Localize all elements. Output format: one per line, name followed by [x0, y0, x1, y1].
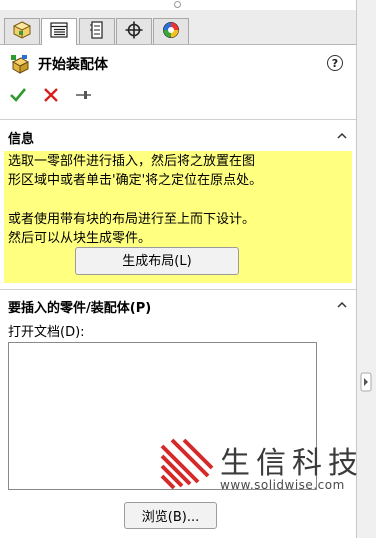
info-section-header[interactable]: 信息: [0, 125, 356, 147]
tab-dimxpert-manager[interactable]: [116, 18, 152, 44]
help-icon[interactable]: ?: [327, 55, 343, 71]
divider: [0, 119, 356, 120]
divider: [0, 289, 356, 290]
info-line: 或者使用带有块的布局进行至上而下设计。: [8, 212, 256, 227]
tab-display-manager[interactable]: [153, 18, 189, 44]
crosshair-icon: [125, 21, 143, 43]
watermark-brand: 生信科技: [220, 446, 364, 481]
pushpin-icon: [76, 91, 91, 99]
insert-section-title: 要插入的零件/装配体(P): [8, 301, 152, 316]
info-section-title: 信息: [8, 132, 35, 147]
watermark-url: www.solidwise.com: [220, 478, 345, 492]
collapse-handle-icon[interactable]: [360, 372, 372, 392]
info-message-box: 选取一零部件进行插入，然后将之放置在图 形区域中或者单击'确定'将之定位在原点处…: [4, 151, 352, 283]
chevron-up-icon[interactable]: [336, 299, 348, 311]
feature-manager-icon: [12, 20, 32, 43]
info-line: 选取一零部件进行插入，然后将之放置在图: [8, 154, 256, 169]
pin-button[interactable]: [74, 86, 92, 104]
tab-configuration-manager[interactable]: [79, 18, 115, 44]
close-icon: [44, 88, 58, 102]
manager-tab-bar: [0, 10, 356, 45]
info-line: 然后可以从块生成零件。: [8, 231, 152, 246]
configuration-manager-icon: [89, 20, 105, 43]
cancel-button[interactable]: [42, 86, 60, 104]
display-manager-icon: [162, 21, 180, 43]
insert-section-header[interactable]: 要插入的零件/装配体(P): [0, 294, 356, 316]
info-line: 形区域中或者单击'确定'将之定位在原点处。: [8, 173, 263, 188]
browse-button[interactable]: 浏览(B)...: [124, 502, 217, 529]
check-icon: [10, 88, 27, 102]
open-documents-label: 打开文档(D):: [8, 325, 85, 340]
watermark: 生信科技 www.solidwise.com: [158, 436, 376, 496]
watermark-logo-icon: [160, 438, 214, 490]
ok-button[interactable]: [9, 86, 27, 104]
panel-grip: [174, 1, 181, 8]
page-title: 开始装配体: [38, 57, 108, 73]
property-manager-header: 开始装配体 ?: [0, 48, 356, 78]
create-layout-button[interactable]: 生成布局(L): [75, 247, 239, 275]
begin-assembly-icon: [10, 54, 30, 74]
tab-property-manager[interactable]: [41, 18, 77, 45]
chevron-up-icon[interactable]: [336, 130, 348, 142]
property-manager-icon: [50, 22, 68, 42]
tab-feature-manager[interactable]: [4, 18, 40, 44]
action-bar: [0, 84, 356, 108]
